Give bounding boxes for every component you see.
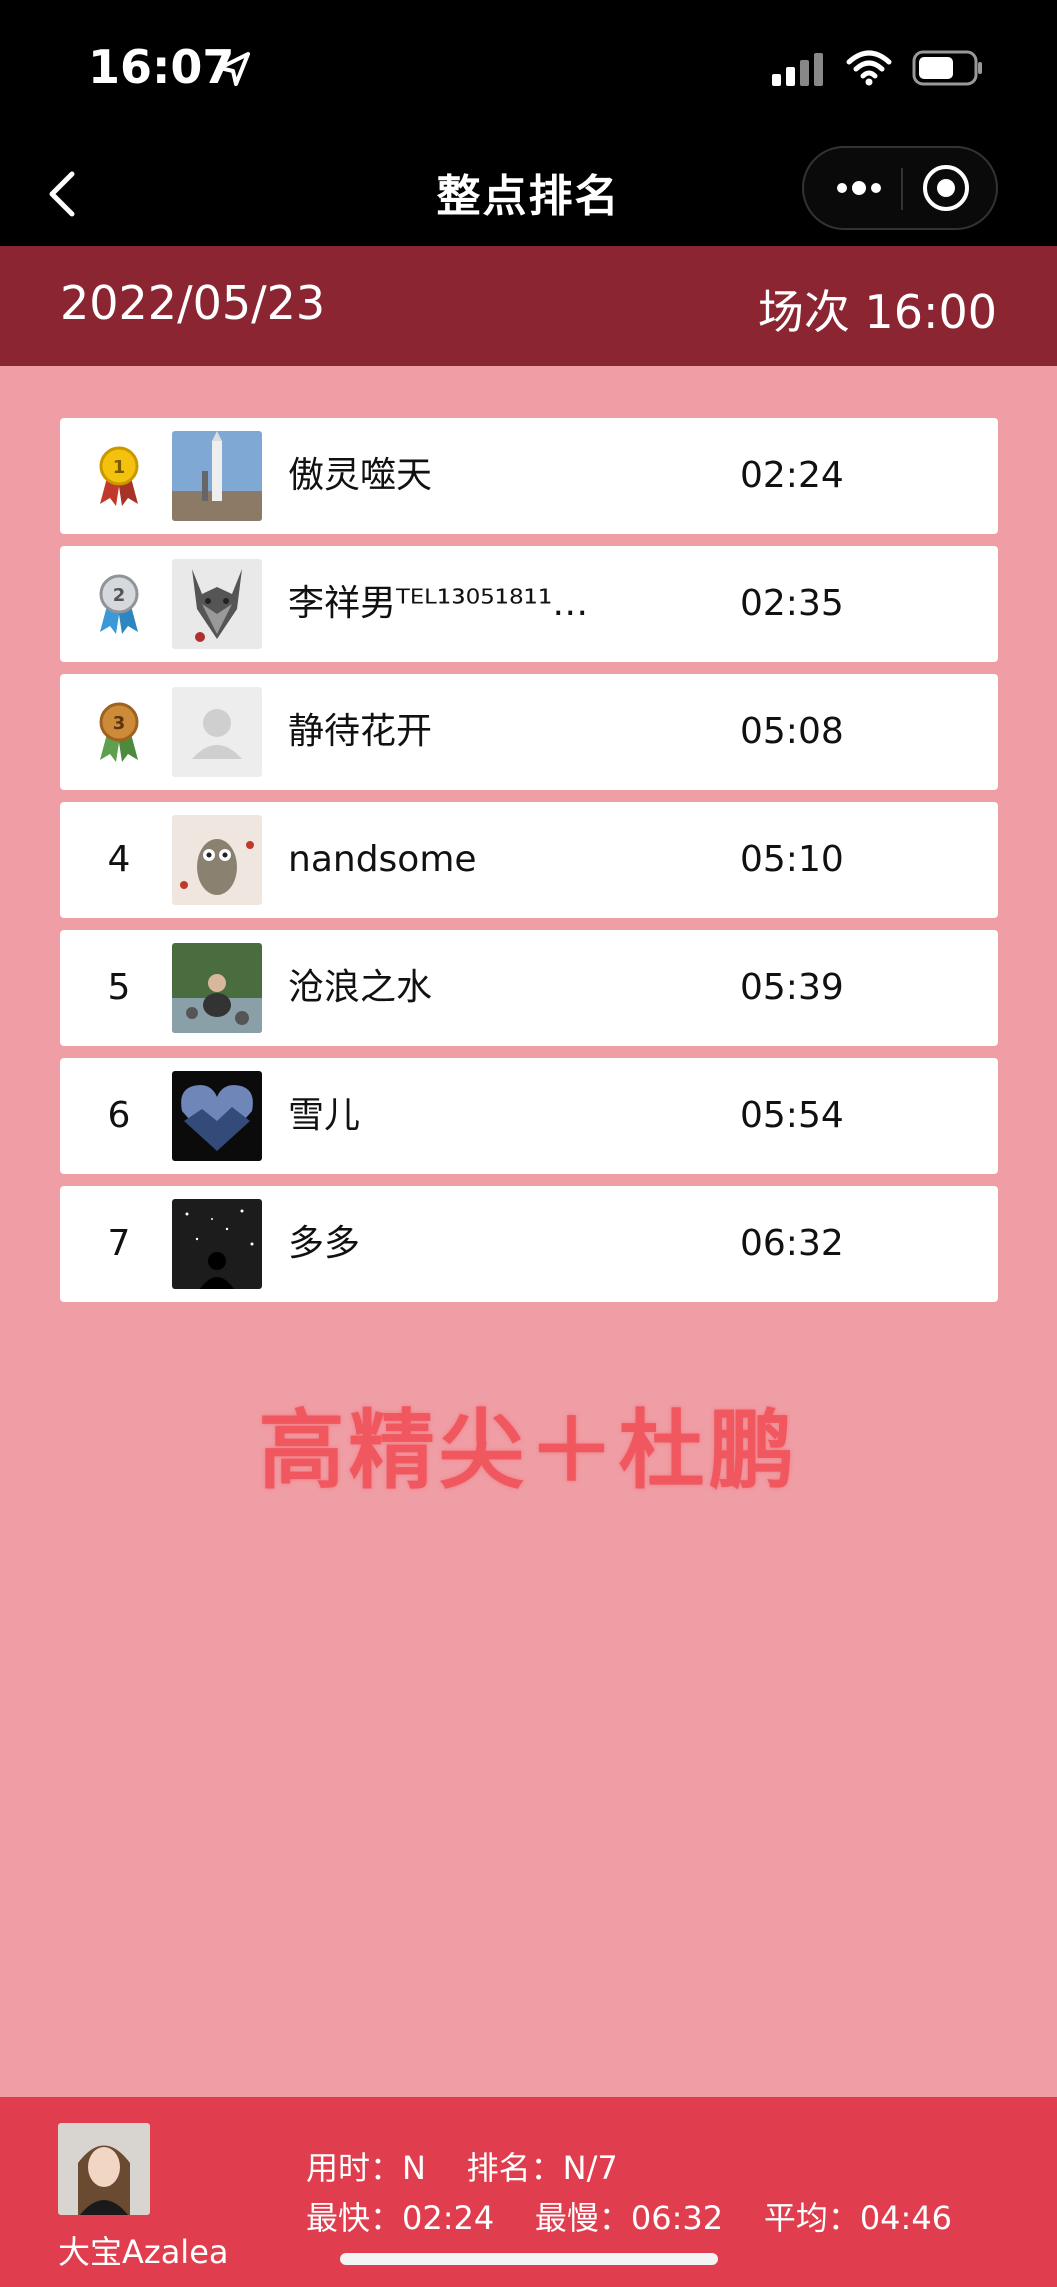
rank-number: 6 (107, 1095, 131, 1136)
river-avatar (172, 943, 262, 1033)
capsule-divider (901, 168, 903, 210)
silver-medal-icon: 2 (99, 574, 139, 634)
status-time: 16:07 (88, 40, 235, 94)
player-name: 多多 (288, 1223, 361, 1264)
player-name: 李祥男ᵀᴱᴸ¹³⁰⁵¹⁸¹¹… (288, 583, 589, 624)
rocket-launch-avatar (172, 431, 262, 521)
stats-fast-slow-avg: 最快：02:24 最慢：06:32 平均：04:46 (306, 2199, 953, 2237)
close-target-icon[interactable] (920, 162, 972, 214)
player-name: 静待花开 (288, 711, 433, 752)
title-bar: 整点排名 (0, 140, 1057, 246)
ranking-row[interactable]: 6 雪儿 05:54 (60, 1058, 998, 1174)
rank-number: 5 (107, 967, 131, 1008)
rank-number: 7 (107, 1223, 131, 1264)
owl-avatar (172, 815, 262, 905)
date-label: 2022/05/23 (60, 276, 326, 330)
player-time: 06:32 (740, 1223, 844, 1264)
heart-mountains-avatar (172, 1071, 262, 1161)
bottom-stats-bar: 大宝Azalea 用时：N 排名：N/7 最快：02:24 最慢：06:32 平… (0, 2097, 1057, 2287)
gold-medal-icon: 1 (99, 446, 139, 506)
mini-program-capsule (802, 146, 998, 230)
svg-text:2: 2 (113, 585, 126, 606)
user-name: 大宝Azalea (58, 2233, 229, 2271)
ranking-row[interactable]: 7 多多 06:32 (60, 1186, 998, 1302)
rank-number: 4 (107, 839, 131, 880)
player-time: 02:35 (740, 583, 844, 624)
ranking-row[interactable]: 3 静待花开 05:08 (60, 674, 998, 790)
starry-silhouette-avatar (172, 1199, 262, 1289)
player-time: 05:39 (740, 967, 844, 1008)
bronze-medal-icon: 3 (99, 702, 139, 762)
cellular-signal-icon (772, 53, 823, 86)
player-time: 05:08 (740, 711, 844, 752)
location-arrow-icon (218, 52, 250, 86)
session-label: 场次 16:00 (757, 285, 997, 339)
home-indicator (340, 2253, 718, 2265)
ranking-row[interactable]: 2 李祥男ᵀᴱᴸ¹³⁰⁵¹⁸¹¹… 02:35 (60, 546, 998, 662)
svg-text:3: 3 (113, 713, 126, 734)
wifi-icon (846, 50, 892, 86)
player-time: 05:54 (740, 1095, 844, 1136)
player-name: 傲灵噬天 (288, 455, 433, 496)
battery-icon (912, 50, 982, 86)
svg-text:1: 1 (113, 457, 126, 478)
user-avatar[interactable] (58, 2123, 150, 2215)
player-time: 02:24 (740, 455, 844, 496)
wolf-avatar (172, 559, 262, 649)
ranking-list: 1 傲灵噬天 02:24 2 李祥男ᵀᴱᴸ¹³⁰⁵¹⁸¹¹… 02:35 3 静… (60, 418, 998, 1314)
ranking-row[interactable]: 4 nandsome 05:10 (60, 802, 998, 918)
player-name: 沧浪之水 (288, 967, 433, 1008)
ranking-row[interactable]: 1 傲灵噬天 02:24 (60, 418, 998, 534)
watermark-text: 高精尖＋杜鹏 (258, 1401, 799, 1501)
status-bar: 16:07 (0, 0, 1057, 140)
ranking-row[interactable]: 5 沧浪之水 05:39 (60, 930, 998, 1046)
stats-time-rank: 用时：N 排名：N/7 (306, 2149, 618, 2187)
player-name: 雪儿 (288, 1095, 361, 1136)
more-dots-icon[interactable] (824, 148, 894, 228)
player-name: nandsome (288, 839, 477, 880)
default-avatar (172, 687, 262, 777)
header-strip: 2022/05/23 场次 16:00 (0, 246, 1057, 366)
player-time: 05:10 (740, 839, 844, 880)
